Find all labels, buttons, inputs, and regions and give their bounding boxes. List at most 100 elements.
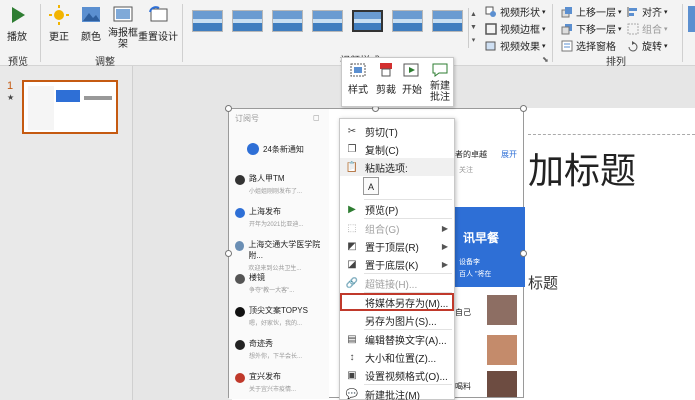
avatar <box>235 373 245 383</box>
play-button[interactable]: 播放 <box>6 4 28 43</box>
rotate-icon <box>628 40 638 51</box>
list-item: 上海交通大学医学院附... 欢迎来到公共卫生... <box>235 239 329 272</box>
reset-design-button[interactable]: 重置设计 <box>138 4 178 43</box>
comment-icon <box>432 63 448 77</box>
color-picture-icon <box>82 7 100 22</box>
video-style-thumb[interactable] <box>392 10 423 32</box>
menu-item-save-media-as[interactable]: 将媒体另存为(M)... <box>340 293 454 311</box>
menu-item-copy[interactable]: ❐ 复制(C) <box>340 140 454 158</box>
selection-pane-button[interactable]: 选择窗格 <box>561 38 616 53</box>
resize-handle[interactable] <box>520 250 527 257</box>
menu-item-send-to-back[interactable]: ◪ 置于底层(K) ▶ <box>340 255 454 273</box>
avatar <box>235 274 245 284</box>
video-header: 订阅号 <box>235 114 259 123</box>
video-banner: 讯早餐 设备李 百人 "将在 <box>455 207 525 287</box>
list-item: 上海发布 开年为2021比亚迪... <box>235 206 303 228</box>
dialog-launcher-icon[interactable]: ⬊ <box>542 55 549 64</box>
video-border-button[interactable]: 视频边框 ▾ <box>485 21 546 36</box>
send-backward-button[interactable]: 下移一层 ▾ <box>561 21 622 36</box>
rotate-button[interactable]: 旋转 ▾ <box>627 38 668 53</box>
video-right-self: 自己 <box>455 308 471 317</box>
video-style-thumb-selected[interactable] <box>352 10 383 32</box>
send-backward-icon <box>561 23 572 34</box>
play-icon <box>12 7 25 23</box>
menu-item-edit-alt-text[interactable]: ▤ 编辑替换文字(A)... <box>340 330 454 348</box>
mini-style-button[interactable]: 样式 <box>348 62 368 96</box>
video-style-thumb[interactable] <box>432 10 463 32</box>
video-style-thumb[interactable] <box>312 10 343 32</box>
video-shape-button[interactable]: 视频形状 ▾ <box>485 4 546 19</box>
link-icon: 🔗 <box>345 277 359 289</box>
menu-item-cut[interactable]: ✂ 剪切(T) <box>340 122 454 140</box>
menu-item-format-video[interactable]: ▣ 设置视频格式(O)... <box>340 366 454 384</box>
poster-frame-icon <box>113 6 133 22</box>
menu-item-hyperlink[interactable]: 🔗 超链接(H)... <box>340 274 454 292</box>
color-button[interactable]: 颜色 <box>80 4 102 43</box>
bring-to-front-icon: ◩ <box>347 240 357 252</box>
menu-item-new-comment[interactable]: 💬 新建批注(M) <box>340 385 454 400</box>
slide-thumbnail[interactable] <box>22 80 118 134</box>
menu-item-size-position[interactable]: ↕ 大小和位置(Z)... <box>340 348 454 366</box>
send-to-back-icon: ◪ <box>347 258 357 270</box>
start-play-icon <box>403 63 419 77</box>
menu-item-save-as-picture[interactable]: 另存为图片(S)... <box>340 311 454 329</box>
list-item: 顶尖文案TOPYS 嗯，好家伙，我的... <box>235 305 308 327</box>
bring-forward-button[interactable]: 上移一层 ▾ <box>561 4 622 19</box>
submenu-arrow-icon: ▶ <box>441 223 448 233</box>
submenu-arrow-icon: ▶ <box>441 241 448 251</box>
video-style-thumb[interactable] <box>272 10 303 32</box>
divider <box>682 4 683 62</box>
border-icon <box>485 22 497 35</box>
menu-item-paste-options: 📋 粘贴选项: <box>340 158 454 176</box>
divider <box>40 4 41 62</box>
sun-icon <box>49 5 69 25</box>
mini-crop-button[interactable]: 剪裁 <box>376 62 396 96</box>
animation-star-icon: ★ <box>7 93 15 102</box>
preview-play-icon: ▶ <box>348 203 356 215</box>
subtitle-placeholder[interactable]: 标题 <box>528 272 558 293</box>
group-button[interactable]: 组合 ▾ <box>627 21 668 36</box>
size-icon[interactable] <box>688 6 695 32</box>
avatar <box>235 241 245 251</box>
submenu-arrow-icon: ▶ <box>441 259 448 269</box>
paste-keep-text-icon[interactable]: A <box>363 177 379 195</box>
video-style-thumb[interactable] <box>192 10 223 32</box>
thumb-banner <box>56 90 80 102</box>
styles-scroll[interactable]: ▲ ▼ ▾ <box>468 8 478 48</box>
reset-icon <box>149 6 168 22</box>
avatar <box>235 307 245 317</box>
resize-handle[interactable] <box>225 105 232 112</box>
menu-item-preview[interactable]: ▶ 预览(P) <box>340 200 454 218</box>
list-item: 路人甲TM 小姐姐刚刚发布了... <box>235 173 302 195</box>
menu-item-bring-to-front[interactable]: ◩ 置于顶层(R) ▶ <box>340 237 454 255</box>
align-button[interactable]: 对齐 ▾ <box>627 4 668 19</box>
notice-row: 24条新通知 <box>247 143 304 155</box>
poster-frame-button[interactable]: 海报框 架 <box>108 4 138 50</box>
list-item: 奇迹秀 想外你，下半会长... <box>235 338 302 360</box>
clipboard-icon: 📋 <box>345 161 359 173</box>
mini-new-comment-button[interactable]: 新建 批注 <box>430 62 450 103</box>
video-effects-button[interactable]: 视频效果 ▾ <box>485 38 546 53</box>
effects-icon <box>485 41 496 50</box>
list-item: 宜兴发布 关于宜兴市疫情... <box>235 371 296 393</box>
title-placeholder[interactable]: 加标题 <box>528 142 636 194</box>
copy-icon: ❐ <box>347 143 357 155</box>
format-video-icon: ▣ <box>347 369 357 381</box>
video-follow: 关注 <box>459 167 473 174</box>
size-position-icon: ↕ <box>349 351 355 363</box>
group-icon <box>627 23 639 34</box>
resize-handle[interactable] <box>520 105 527 112</box>
placeholder-border <box>528 134 695 135</box>
bring-forward-icon <box>561 6 572 17</box>
mini-toolbar: 样式 剪裁 开始 新建 批注 <box>341 57 454 107</box>
resize-handle[interactable] <box>225 250 232 257</box>
scissors-icon: ✂ <box>347 125 357 137</box>
menu-item-group[interactable]: ⬚ 组合(G) ▶ <box>340 219 454 237</box>
video-account-list: 订阅号 ◻ 24条新通知 路人甲TM 小姐姐刚刚发布了... 上海发布 开年为202… <box>229 109 329 399</box>
thumb-video-list <box>28 86 54 130</box>
mini-start-button[interactable]: 开始 <box>402 62 422 96</box>
corrections-button[interactable]: 更正 <box>48 4 70 43</box>
video-expand: 展开 <box>501 150 517 159</box>
video-style-thumb[interactable] <box>232 10 263 32</box>
context-menu: ✂ 剪切(T) ❐ 复制(C) 📋 粘贴选项: A ▶ 预览(P) ⬚ 组合(G) ▶ ◩ 置… <box>339 118 455 400</box>
